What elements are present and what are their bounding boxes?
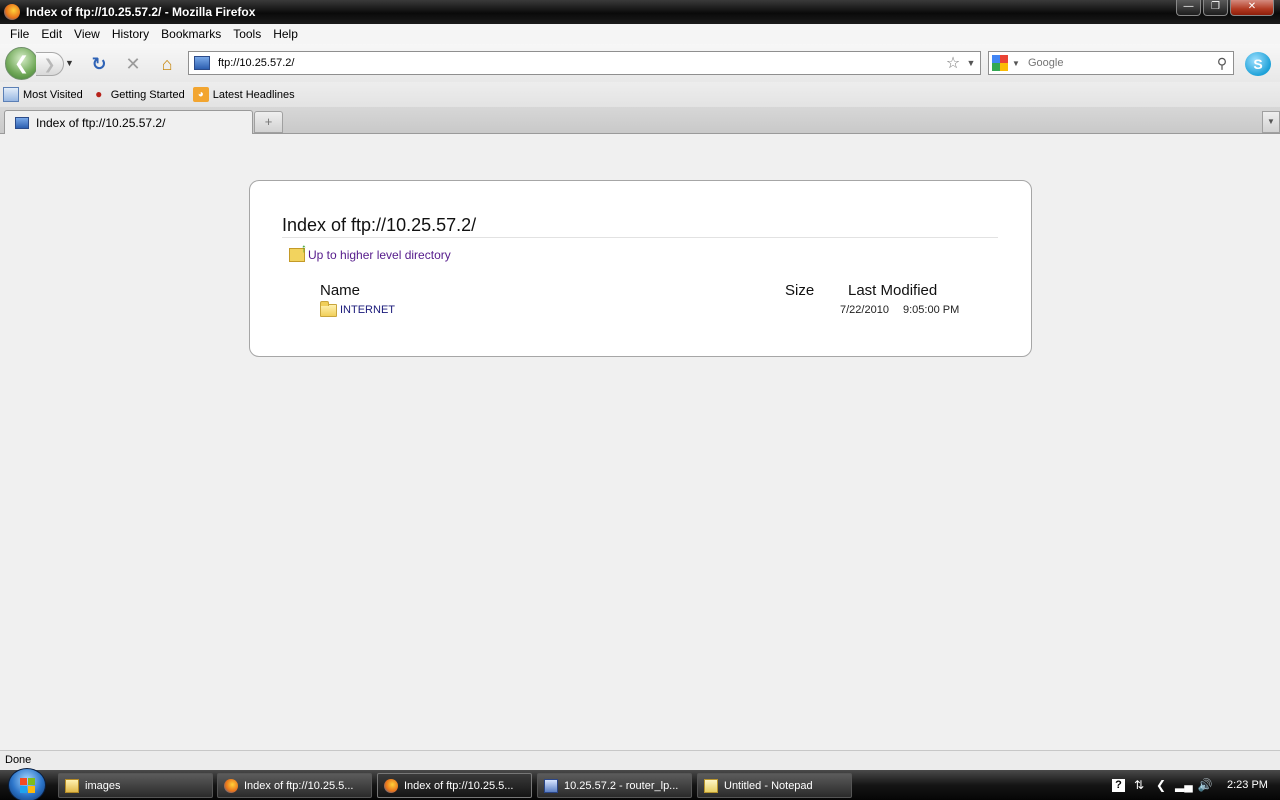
system-tray: ? ⇅ ❮ ▂▄ 🔊 2:23 PM — [1112, 770, 1280, 800]
folder-icon — [65, 778, 79, 793]
modified-date: 7/22/2010 — [840, 304, 889, 316]
network-icon[interactable]: ⇅ — [1131, 777, 1147, 793]
ftp-site-icon — [15, 116, 29, 129]
column-header-name: Name — [320, 282, 361, 299]
home-icon[interactable]: ⌂ — [156, 54, 178, 74]
url-text[interactable]: ftp://10.25.57.2/ — [218, 57, 944, 69]
bookmark-getting-started[interactable]: ● Getting Started — [91, 87, 185, 102]
tab-strip: Index of ftp://10.25.57.2/ + ▼ — [0, 107, 1280, 134]
windows-taskbar: images Index of ftp://10.25.5... Index o… — [0, 768, 1280, 800]
column-header-size: Size — [785, 282, 815, 299]
firefox-icon — [384, 778, 398, 793]
forward-button[interactable]: ❯ — [36, 52, 64, 76]
column-header-last-modified: Last Modified — [848, 282, 938, 299]
bookmark-label: Latest Headlines — [212, 88, 295, 101]
menu-view[interactable]: View — [68, 27, 106, 41]
bookmark-latest-headlines[interactable]: ◕ Latest Headlines — [192, 87, 295, 102]
tab-index-ftp[interactable]: Index of ftp://10.25.57.2/ — [4, 110, 253, 134]
url-dropdown-icon[interactable]: ▼ — [962, 58, 980, 68]
start-button[interactable] — [8, 768, 46, 800]
menu-help[interactable]: Help — [267, 27, 304, 41]
skype-icon[interactable]: S — [1245, 52, 1271, 76]
menu-edit[interactable]: Edit — [35, 27, 68, 41]
folder-icon — [320, 301, 337, 317]
taskbar-item-label: images — [85, 779, 121, 792]
title-divider — [282, 237, 998, 238]
up-folder-icon — [289, 241, 307, 262]
reload-icon[interactable]: ↻ — [88, 54, 110, 74]
menu-file[interactable]: File — [4, 27, 35, 41]
history-dropdown-icon[interactable]: ▼ — [65, 58, 74, 68]
terminal-icon — [544, 778, 558, 793]
page-title: Index of ftp://10.25.57.2/ — [282, 215, 477, 235]
minimize-button[interactable]: — — [1176, 0, 1201, 16]
engine-dropdown-icon[interactable]: ▼ — [1012, 59, 1024, 68]
tab-label: Index of ftp://10.25.57.2/ — [36, 115, 166, 130]
notepad-icon — [704, 778, 718, 793]
bookmark-label: Getting Started — [110, 88, 185, 101]
list-all-tabs-button[interactable]: ▼ — [1262, 111, 1280, 133]
status-bar: Done — [0, 750, 1280, 770]
taskbar-item-notepad[interactable]: Untitled - Notepad — [697, 773, 852, 798]
help-icon[interactable]: ? — [1112, 778, 1125, 792]
taskbar-item-label: Index of ftp://10.25.5... — [404, 779, 514, 792]
window-title: Index of ftp://10.25.57.2/ - Mozilla Fir… — [26, 5, 256, 19]
stop-icon[interactable]: ✕ — [122, 54, 144, 74]
search-icon[interactable]: ⚲ — [1211, 55, 1233, 72]
taskbar-item-firefox-2[interactable]: Index of ftp://10.25.5... — [377, 773, 532, 798]
page-content: Index of ftp://10.25.57.2/ Up to higher … — [0, 134, 1280, 750]
menu-history[interactable]: History — [106, 27, 155, 41]
bookmarks-toolbar: Most Visited ● Getting Started ◕ Latest … — [0, 82, 1280, 107]
close-window-button[interactable]: ✕ — [1230, 0, 1274, 16]
window-title-bar: Index of ftp://10.25.57.2/ - Mozilla Fir… — [0, 0, 1280, 24]
folder-link-internet[interactable]: INTERNET — [340, 304, 395, 316]
show-hidden-icons-icon[interactable]: ❮ — [1153, 777, 1169, 793]
navigation-toolbar: ❮ ❯ ▼ ↻ ✕ ⌂ ftp://10.25.57.2/ ☆ ▼ ▼ ⚲ S — [0, 44, 1280, 82]
table-row: INTERNET 7/22/2010 9:05:00 PM — [320, 301, 980, 320]
taskbar-item-label: Untitled - Notepad — [724, 779, 813, 792]
most-visited-icon — [3, 87, 19, 102]
taskbar-item-label: Index of ftp://10.25.5... — [244, 779, 354, 792]
status-text: Done — [5, 754, 32, 766]
window-controls: — ❐ ✕ — [1176, 0, 1274, 16]
menu-bookmarks[interactable]: Bookmarks — [155, 27, 227, 41]
bookmark-most-visited[interactable]: Most Visited — [3, 87, 83, 102]
getting-started-icon: ● — [95, 87, 103, 101]
menu-tools[interactable]: Tools — [227, 27, 267, 41]
site-identity-icon[interactable] — [194, 56, 210, 70]
taskbar-item-putty[interactable]: 10.25.57.2 - router_lp... — [537, 773, 692, 798]
bookmark-star-icon[interactable]: ☆ — [944, 53, 962, 73]
maximize-button[interactable]: ❐ — [1203, 0, 1228, 16]
signal-strength-icon[interactable]: ▂▄ — [1175, 777, 1193, 793]
google-engine-icon[interactable] — [992, 55, 1012, 71]
taskbar-item-images[interactable]: images — [58, 773, 213, 798]
url-bar[interactable]: ftp://10.25.57.2/ ☆ ▼ — [188, 51, 981, 75]
firefox-icon — [224, 778, 238, 793]
bookmark-label: Most Visited — [23, 88, 83, 101]
modified-time: 9:05:00 PM — [903, 304, 960, 316]
firefox-icon — [4, 4, 20, 20]
rss-icon: ◕ — [192, 87, 209, 102]
taskbar-item-firefox-1[interactable]: Index of ftp://10.25.5... — [217, 773, 372, 798]
clock[interactable]: 2:23 PM — [1227, 779, 1268, 791]
taskbar-item-label: 10.25.57.2 - router_lp... — [564, 779, 679, 792]
directory-listing: Index of ftp://10.25.57.2/ Up to higher … — [249, 180, 1032, 357]
search-bar[interactable]: ▼ ⚲ — [988, 51, 1234, 75]
back-button[interactable]: ❮ — [5, 47, 38, 80]
volume-icon[interactable]: 🔊 — [1197, 777, 1213, 793]
up-directory-link[interactable]: Up to higher level directory — [289, 241, 451, 262]
search-input[interactable] — [1024, 53, 1211, 73]
new-tab-button[interactable]: + — [254, 111, 283, 133]
up-directory-label: Up to higher level directory — [308, 248, 451, 262]
menu-bar: File Edit View History Bookmarks Tools H… — [0, 24, 1280, 44]
